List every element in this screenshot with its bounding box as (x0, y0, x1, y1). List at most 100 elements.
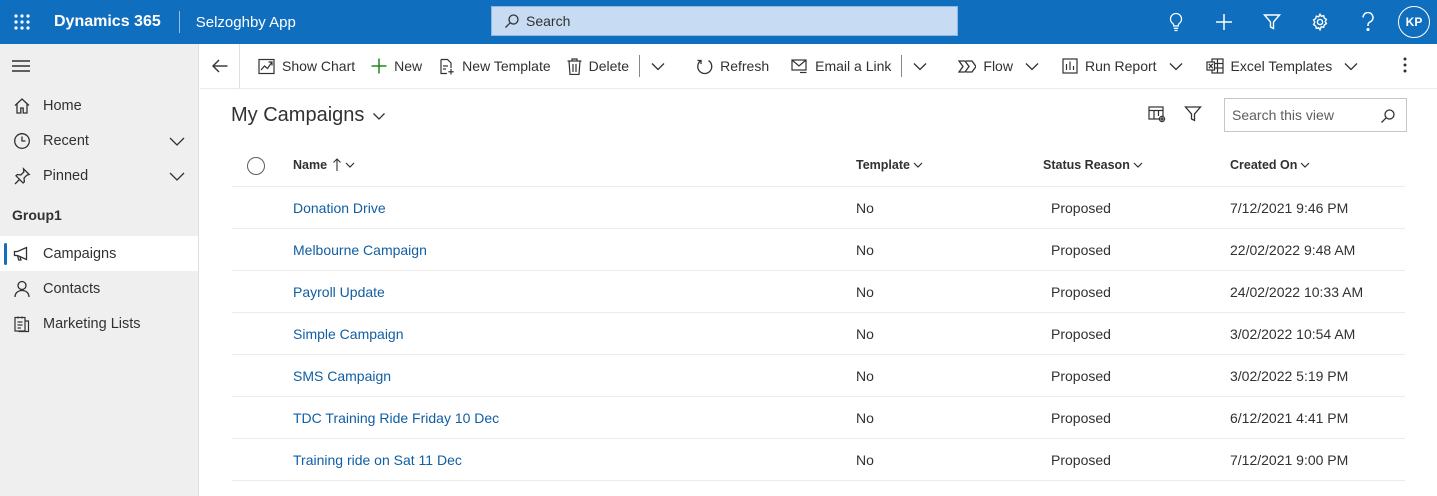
table-row[interactable]: TDC Training Ride Friday 10 Dec No Propo… (232, 397, 1405, 439)
user-avatar[interactable]: KP (1398, 6, 1430, 38)
sidebar-item-campaigns[interactable]: Campaigns (0, 236, 198, 271)
sidebar-item-label: Recent (43, 132, 89, 149)
campaign-name-link[interactable]: Melbourne Campaign (293, 242, 427, 258)
help-icon[interactable] (1344, 0, 1392, 44)
flow-button[interactable]: Flow (950, 44, 1021, 89)
search-icon (504, 13, 520, 29)
excel-templates-button[interactable]: Excel Templates (1198, 44, 1341, 89)
campaign-name-link[interactable]: TDC Training Ride Friday 10 Dec (293, 410, 499, 426)
column-header-name[interactable]: Name (293, 158, 355, 172)
campaign-name-link[interactable]: SMS Campaign (293, 368, 391, 384)
brand-title[interactable]: Dynamics 365 (44, 13, 179, 31)
campaign-name-link[interactable]: Simple Campaign (293, 326, 404, 342)
sidebar-item-home[interactable]: Home (0, 88, 198, 123)
excel-templates-label: Excel Templates (1230, 58, 1333, 74)
chevron-down-icon (345, 162, 355, 168)
chevron-down-icon[interactable] (168, 167, 186, 185)
chevron-down-icon (913, 162, 923, 168)
hamburger-menu-icon[interactable] (0, 44, 198, 88)
table-row[interactable]: Training ride on Sat 11 Dec No Proposed … (232, 439, 1405, 481)
global-search-box[interactable]: Search (491, 6, 958, 36)
report-icon (1062, 58, 1078, 74)
table-row[interactable]: Donation Drive No Proposed 7/12/2021 9:4… (232, 187, 1405, 229)
delete-label: Delete (588, 58, 630, 74)
back-arrow-icon[interactable] (200, 43, 240, 89)
view-search-input[interactable]: Search this view (1224, 98, 1407, 132)
new-button[interactable]: New (363, 44, 430, 89)
column-header-status-reason[interactable]: Status Reason (1043, 158, 1143, 172)
created-on-cell: 3/02/2022 10:54 AM (1230, 326, 1356, 342)
global-search-placeholder: Search (526, 13, 571, 29)
run-report-dropdown[interactable] (1165, 44, 1192, 89)
grid-header: Name Template Status Reason Created On (232, 145, 1405, 187)
app-launcher-icon[interactable] (0, 0, 44, 44)
more-commands-dropdown[interactable] (642, 44, 674, 89)
campaigns-grid: Name Template Status Reason Created On D… (232, 145, 1405, 481)
lightbulb-icon[interactable] (1152, 0, 1200, 44)
table-row[interactable]: Simple Campaign No Proposed 3/02/2022 10… (232, 313, 1405, 355)
sidebar-item-recent[interactable]: Recent (0, 123, 198, 158)
more-commands-dropdown[interactable] (904, 44, 936, 89)
status-cell: Proposed (1051, 326, 1111, 342)
template-cell: No (856, 200, 874, 216)
campaign-name-link[interactable]: Payroll Update (293, 284, 385, 300)
sidebar-group-label: Group1 (12, 206, 62, 223)
pin-icon (12, 166, 32, 185)
created-on-cell: 7/12/2021 9:46 PM (1230, 200, 1349, 216)
column-header-created-on[interactable]: Created On (1230, 158, 1310, 172)
run-report-button[interactable]: Run Report (1054, 44, 1165, 89)
plus-icon[interactable] (1200, 0, 1248, 44)
status-cell: Proposed (1051, 284, 1111, 300)
sidebar-item-label: Marketing Lists (43, 315, 141, 332)
view-title: My Campaigns (231, 104, 365, 126)
flow-label: Flow (983, 58, 1013, 74)
column-header-label: Created On (1230, 158, 1298, 172)
table-row[interactable]: Melbourne Campaign No Proposed 22/02/202… (232, 229, 1405, 271)
view-selector[interactable]: My Campaigns (231, 104, 386, 127)
run-report-label: Run Report (1084, 58, 1157, 74)
filter-icon[interactable] (1248, 0, 1296, 44)
delete-button[interactable]: Delete (559, 44, 637, 89)
filter-icon[interactable] (1184, 105, 1202, 126)
created-on-cell: 6/12/2021 4:41 PM (1230, 410, 1349, 426)
megaphone-icon (12, 245, 32, 262)
campaign-name-link[interactable]: Training ride on Sat 11 Dec (293, 452, 462, 468)
sidebar-item-marketing-lists[interactable]: Marketing Lists (0, 306, 198, 341)
sidebar-item-label: Pinned (43, 167, 89, 184)
chevron-down-icon[interactable] (168, 132, 186, 150)
excel-templates-dropdown[interactable] (1340, 44, 1367, 89)
table-row[interactable]: SMS Campaign No Proposed 3/02/2022 5:19 … (232, 355, 1405, 397)
refresh-button[interactable]: Refresh (688, 44, 777, 89)
flow-dropdown[interactable] (1021, 44, 1048, 89)
sidebar-item-label: Contacts (43, 280, 101, 297)
chevron-down-icon (1133, 162, 1143, 168)
table-row[interactable]: Payroll Update No Proposed 24/02/2022 10… (232, 271, 1405, 313)
status-cell: Proposed (1051, 410, 1111, 426)
search-icon[interactable] (1380, 108, 1396, 124)
column-header-template[interactable]: Template (856, 158, 923, 172)
created-on-cell: 22/02/2022 9:48 AM (1230, 242, 1356, 258)
refresh-icon (697, 59, 713, 74)
email-link-button[interactable]: Email a Link (783, 44, 899, 89)
edit-columns-icon[interactable] (1148, 105, 1166, 126)
more-options-icon[interactable] (1403, 56, 1407, 74)
app-name[interactable]: Selzoghby App (180, 14, 296, 31)
view-tools (1148, 105, 1202, 126)
template-cell: No (856, 326, 874, 342)
person-icon (12, 280, 32, 298)
new-template-button[interactable]: New Template (430, 44, 558, 89)
select-all-checkbox[interactable] (247, 157, 265, 175)
sidebar-item-contacts[interactable]: Contacts (0, 271, 198, 306)
top-actions: KP (1152, 0, 1437, 44)
sidebar-item-label: Campaigns (43, 245, 117, 262)
sidebar-item-pinned[interactable]: Pinned (0, 158, 198, 193)
command-divider (901, 55, 903, 77)
chevron-down-icon (372, 109, 386, 123)
home-icon (12, 97, 32, 115)
email-link-label: Email a Link (815, 58, 892, 74)
gear-icon[interactable] (1296, 0, 1344, 44)
excel-icon (1205, 58, 1224, 74)
campaign-name-link[interactable]: Donation Drive (293, 200, 386, 216)
show-chart-label: Show Chart (282, 58, 356, 74)
show-chart-button[interactable]: Show Chart (250, 44, 363, 89)
